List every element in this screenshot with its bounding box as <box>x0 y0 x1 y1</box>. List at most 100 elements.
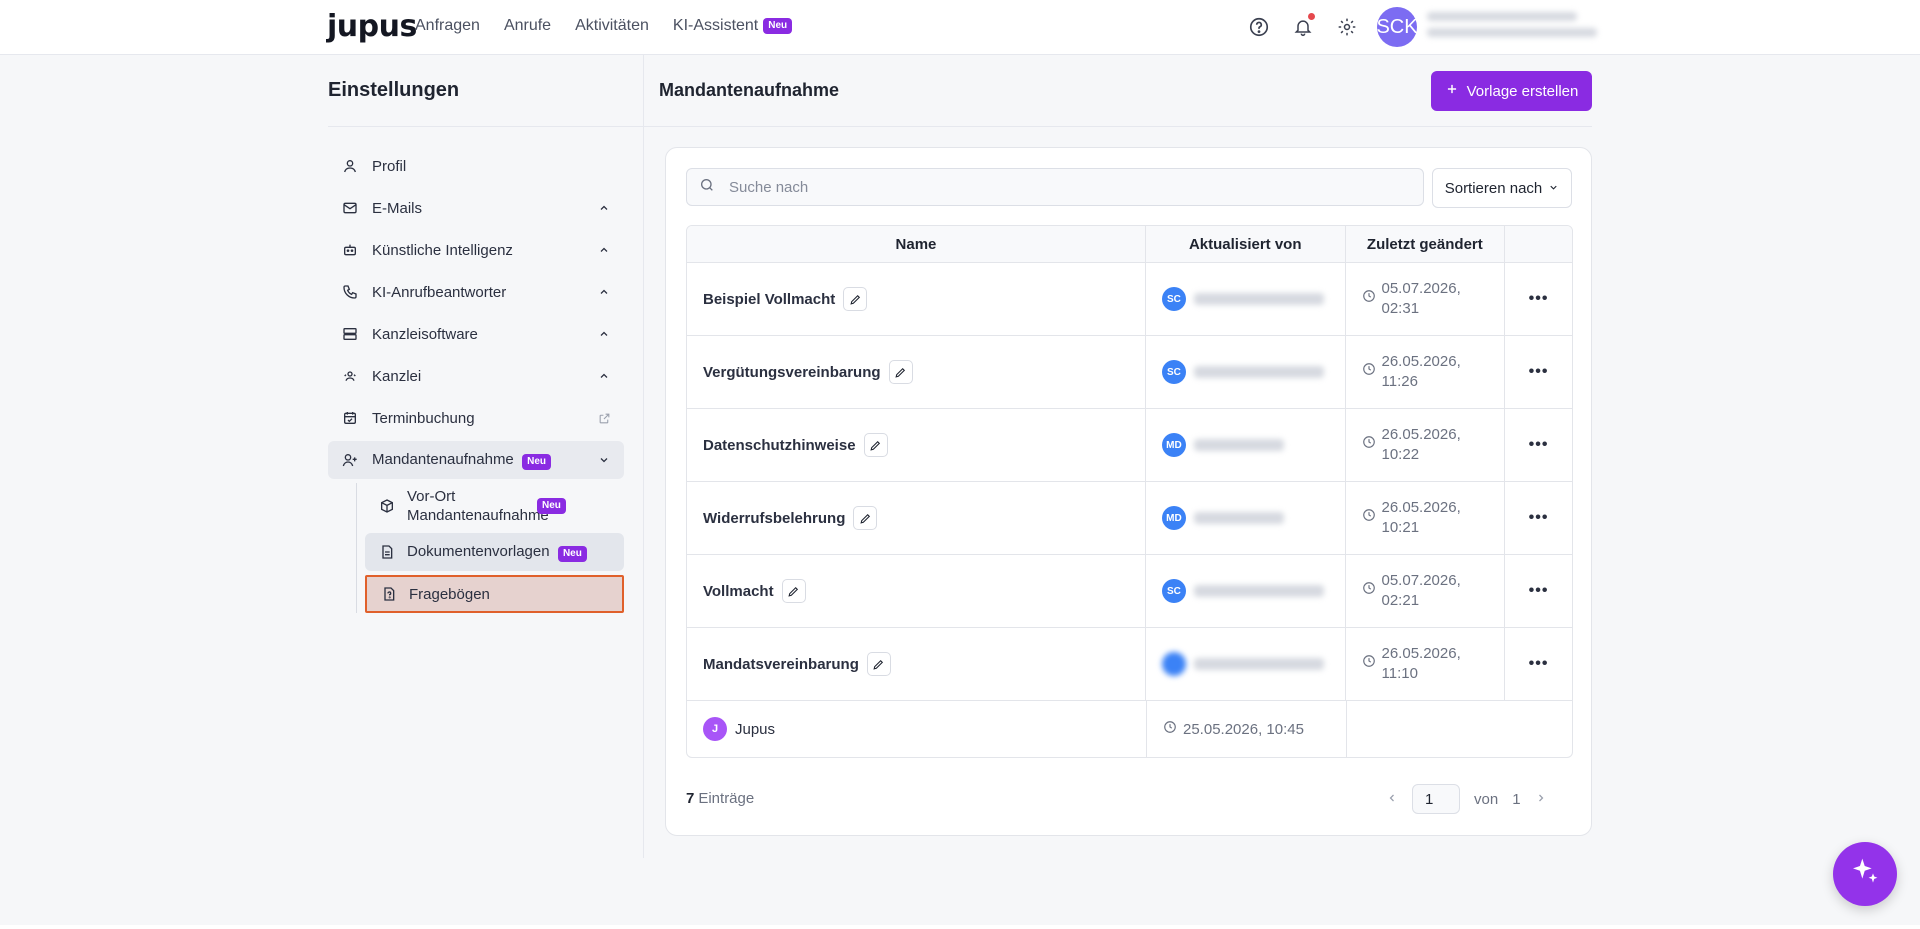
name-cell: Vollmacht <box>687 555 1146 627</box>
ai-assistant-fab[interactable] <box>1833 842 1897 906</box>
search-input[interactable]: Suche nach <box>686 168 1424 206</box>
sidebar-subitem-vor-ort[interactable]: Vor-Ort Mandantenaufnahme Neu <box>365 483 624 529</box>
sidebar-item-anrufbeantworter[interactable]: KI-Anrufbeantworter <box>328 273 624 311</box>
row-actions[interactable]: ••• <box>1505 409 1572 481</box>
page-number-input[interactable]: 1 <box>1412 784 1460 814</box>
table-row[interactable]: Vollmacht SC 05.07.2026, 02:21 ••• <box>687 555 1572 628</box>
column-header-last-modified[interactable]: Zuletzt geändert <box>1346 226 1506 262</box>
divider <box>644 126 1592 127</box>
more-icon[interactable]: ••• <box>1529 363 1549 381</box>
updated-by-cell <box>1146 628 1346 700</box>
sidebar-title: Einstellungen <box>328 79 460 101</box>
sidebar-list: Profil E-Mails Künstliche Intelligenz KI… <box>328 147 624 617</box>
chevron-down-icon <box>1548 180 1559 197</box>
table-row[interactable]: Datenschutzhinweise MD 26.05.2026, 10:22 … <box>687 409 1572 482</box>
sidebar-item-terminbuchung[interactable]: Terminbuchung <box>328 399 624 437</box>
search-icon <box>699 177 715 197</box>
row-actions[interactable]: ••• <box>1505 482 1572 554</box>
table-row[interactable]: Beispiel Vollmacht SC 05.07.2026, 02:31 •… <box>687 263 1572 336</box>
sidebar-item-mandantenaufnahme[interactable]: Mandantenaufnahme Neu <box>328 441 624 479</box>
sidebar-item-label: Kanzleisoftware <box>372 325 478 343</box>
table-row[interactable]: Vergütungsvereinbarung SC 26.05.2026, 11:… <box>687 336 1572 409</box>
more-icon[interactable]: ••• <box>1529 582 1549 600</box>
pencil-icon[interactable] <box>888 360 913 384</box>
document-icon <box>377 542 397 562</box>
help-circle-icon[interactable] <box>1246 14 1272 40</box>
submenu-mandantenaufnahme: Vor-Ort Mandantenaufnahme Neu Dokumenten… <box>356 483 624 613</box>
page-title: Mandantenaufnahme <box>659 80 840 100</box>
pencil-icon[interactable] <box>843 287 868 311</box>
sidebar-item-ki[interactable]: Künstliche Intelligenz <box>328 231 624 269</box>
name-cell: Widerrufsbelehrung <box>687 482 1146 554</box>
modified-cell: 25.05.2026, 10:45 <box>1147 701 1347 757</box>
table-row[interactable]: J Jupus 25.05.2026, 10:45 <box>687 701 1572 757</box>
column-header-updated-by[interactable]: Aktualisiert von <box>1146 226 1346 262</box>
row-actions[interactable]: ••• <box>1505 336 1572 408</box>
nav-anfragen[interactable]: Anfragen <box>415 17 480 35</box>
sidebar-item-kanzleisoftware[interactable]: Kanzleisoftware <box>328 315 624 353</box>
search-placeholder: Suche nach <box>729 178 809 196</box>
name-cell: Datenschutzhinweise <box>687 409 1146 481</box>
more-icon[interactable]: ••• <box>1529 655 1549 673</box>
sidebar-subitem-frageboegen[interactable]: Fragebögen <box>365 575 624 613</box>
nav-ki-assistent[interactable]: KI-Assistent Neu <box>673 17 793 35</box>
pencil-icon[interactable] <box>781 579 806 603</box>
user-avatar[interactable]: SCK <box>1376 7 1418 47</box>
name-cell: Beispiel Vollmacht <box>687 263 1146 335</box>
gear-icon[interactable] <box>1334 14 1360 40</box>
table-row[interactable]: Mandatsvereinbarung 26.05.2026, 11:10 ••• <box>687 628 1572 701</box>
chevron-up-icon <box>596 200 612 216</box>
updated-by-cell: MD <box>1146 409 1346 481</box>
name-cell: J Jupus <box>687 701 1147 757</box>
pencil-icon[interactable] <box>853 506 878 530</box>
row-actions[interactable]: ••• <box>1505 628 1572 700</box>
sidebar-item-kanzlei[interactable]: Kanzlei <box>328 357 624 395</box>
sort-dropdown[interactable]: Sortieren nach <box>1432 168 1572 208</box>
nav-aktivitaeten[interactable]: Aktivitäten <box>575 17 649 35</box>
table-row[interactable]: Widerrufsbelehrung MD 26.05.2026, 10:21 •… <box>687 482 1572 555</box>
modified-cell: 05.07.2026, 02:21 <box>1346 555 1506 627</box>
modified-time: 02:31 <box>1381 300 1420 317</box>
user-info-redacted <box>1427 12 1597 42</box>
modified-datetime: 26.05.2026, 11:26 <box>1382 352 1461 392</box>
chevron-left-icon[interactable] <box>1386 791 1398 808</box>
create-template-button[interactable]: Vorlage erstellen <box>1431 71 1592 111</box>
chevron-right-icon[interactable] <box>1535 791 1547 808</box>
column-header-name[interactable]: Name <box>687 226 1146 262</box>
user-icon <box>340 156 360 176</box>
modified-time: 10:21 <box>1381 519 1420 536</box>
sidebar-item-profil[interactable]: Profil <box>328 147 624 185</box>
button-label: Vorlage erstellen <box>1466 82 1579 100</box>
updated-by-cell: MD <box>1146 482 1346 554</box>
row-actions[interactable]: ••• <box>1505 263 1572 335</box>
more-icon[interactable]: ••• <box>1529 436 1549 454</box>
modified-time: 02:21 <box>1381 592 1420 609</box>
settings-sidebar: Einstellungen Profil E-Mails Künstliche … <box>328 55 644 858</box>
template-name: Widerrufsbelehrung <box>703 509 846 527</box>
more-icon[interactable]: ••• <box>1529 509 1549 527</box>
nav-label: Anfragen <box>415 17 480 34</box>
pencil-icon[interactable] <box>866 652 891 676</box>
modified-datetime: 25.05.2026, 10:45 <box>1183 720 1304 738</box>
sidebar-item-label: E-Mails <box>372 199 423 217</box>
pencil-icon[interactable] <box>863 433 888 457</box>
clock-icon <box>1163 720 1177 738</box>
nav-anrufe[interactable]: Anrufe <box>504 17 551 35</box>
sidebar-item-label: KI-Anrufbeantworter <box>372 283 507 301</box>
new-badge: Neu <box>522 453 552 470</box>
bell-icon[interactable] <box>1290 13 1316 40</box>
page-of-label: von <box>1474 790 1499 808</box>
sidebar-item-emails[interactable]: E-Mails <box>328 189 624 227</box>
top-icon-group <box>1246 13 1360 40</box>
sidebar-item-label: Künstliche Intelligenz <box>372 241 513 259</box>
templates-card: Suche nach Sortieren nach Name Aktualisi… <box>665 147 1592 836</box>
page-total: 1 <box>1512 790 1521 808</box>
jupus-logo[interactable]: jupus <box>327 9 417 44</box>
modified-time: 11:26 <box>1381 373 1418 390</box>
redacted-name <box>1193 439 1284 451</box>
sidebar-subitem-dokumentenvorlagen[interactable]: Dokumentenvorlagen Neu <box>365 533 624 571</box>
nav-label: Aktivitäten <box>575 17 649 34</box>
template-name: Vollmacht <box>703 582 774 600</box>
row-actions[interactable]: ••• <box>1505 555 1572 627</box>
more-icon[interactable]: ••• <box>1529 290 1549 308</box>
